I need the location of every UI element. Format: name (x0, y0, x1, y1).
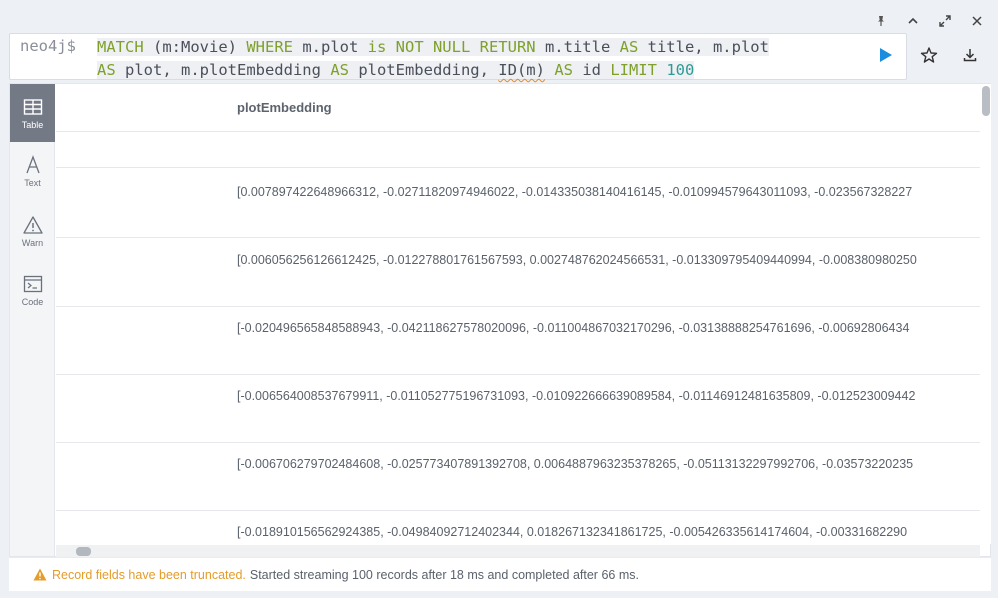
view-tab-label: Warn (21, 237, 44, 248)
query-text[interactable]: MATCH (m:Movie) WHERE m.plot is NOT NULL… (97, 36, 877, 82)
warning-icon (22, 215, 43, 234)
table-cell: [0.007897422648966312, -0.02711820974946… (237, 185, 913, 199)
editor-prompt: neo4j$ (20, 37, 76, 55)
download-icon[interactable] (961, 46, 979, 64)
result-panel: Table Text Warn Code plotEmbedding [0.00… (9, 83, 991, 557)
horizontal-scrollbar[interactable] (56, 545, 980, 557)
warning-icon (33, 568, 47, 581)
status-message: Started streaming 100 records after 18 m… (249, 567, 639, 582)
query-editor[interactable]: neo4j$ MATCH (m:Movie) WHERE m.plot is N… (9, 33, 907, 80)
row-divider (56, 306, 980, 307)
table-cell: [0.006056256126612425, -0.01227880176156… (237, 253, 917, 267)
expand-icon[interactable] (936, 12, 954, 30)
view-tab-warn[interactable]: Warn (10, 202, 55, 260)
results-table[interactable]: plotEmbedding [0.007897422648966312, -0.… (56, 84, 980, 544)
play-icon[interactable] (879, 47, 895, 63)
window-controls (872, 12, 986, 30)
view-tab-table[interactable]: Table (10, 84, 55, 142)
column-header: plotEmbedding (237, 100, 332, 115)
row-divider (56, 237, 980, 238)
view-tab-label: Code (21, 296, 44, 307)
row-divider (56, 374, 980, 375)
table-cell: [-0.006706279702484608, -0.0257734078913… (237, 457, 914, 471)
row-divider (56, 131, 980, 132)
star-icon[interactable] (920, 46, 938, 64)
table-cell: [-0.006564008537679911, -0.0110527751967… (237, 389, 916, 403)
vertical-scroll-thumb[interactable] (982, 86, 990, 116)
text-icon (25, 154, 40, 173)
view-sidebar: Table Text Warn Code (10, 84, 55, 556)
table-cell: [-0.020496565848588943, -0.0421186275780… (237, 321, 910, 335)
view-tab-code[interactable]: Code (10, 261, 55, 319)
row-divider (56, 167, 980, 168)
close-icon[interactable] (968, 12, 986, 30)
view-tab-text[interactable]: Text (10, 142, 55, 200)
chevron-up-icon[interactable] (904, 12, 922, 30)
code-icon (23, 275, 42, 292)
truncation-warning: Record fields have been truncated. (52, 567, 246, 582)
query-line-2: AS plot, m.plotEmbedding AS plotEmbeddin… (97, 61, 695, 79)
view-tab-label: Table (21, 119, 44, 130)
view-tab-label: Text (24, 177, 41, 188)
result-frame: neo4j$ MATCH (m:Movie) WHERE m.plot is N… (0, 0, 998, 598)
query-line-1: MATCH (m:Movie) WHERE m.plot is NOT NULL… (97, 38, 769, 56)
horizontal-scroll-thumb[interactable] (76, 547, 91, 556)
table-icon (23, 98, 42, 115)
vertical-scrollbar[interactable] (980, 84, 991, 544)
table-cell: [-0.018910156562924385, -0.0498409271240… (237, 525, 908, 539)
pin-icon[interactable] (872, 12, 890, 30)
row-divider (56, 510, 980, 511)
row-divider (56, 442, 980, 443)
status-bar: Record fields have been truncated. Start… (9, 557, 991, 591)
